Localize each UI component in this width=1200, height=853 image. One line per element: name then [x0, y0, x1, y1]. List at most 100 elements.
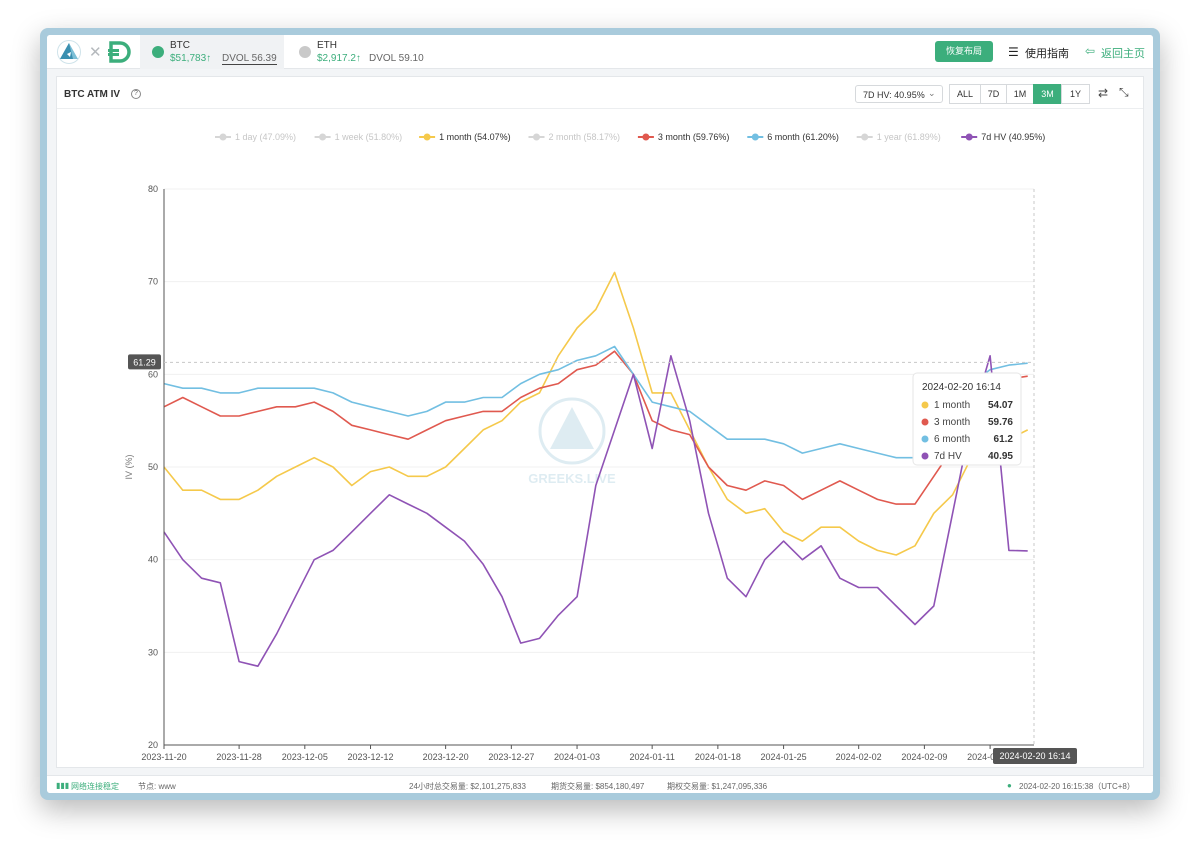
series-line-7	[163, 355, 1028, 668]
legend-label: 2 month (58.17%)	[549, 132, 621, 142]
legend-item[interactable]: 6 month (61.20%)	[747, 132, 839, 142]
node-label: 节点: www	[138, 782, 176, 791]
chart-tooltip: 2024-02-20 16:14 1 month 54.07 3 month 59.76…	[912, 372, 1022, 466]
panel-header: BTC ATM IV ? 7D HV: 40.95% ⌄ ALL 7D 1M 3…	[57, 77, 1143, 109]
tooltip-value: 61.2	[994, 434, 1014, 445]
coin-symbol: BTC	[170, 40, 190, 51]
x-tick-label: 2024-01-03	[554, 752, 600, 762]
panel-title: BTC ATM IV	[64, 89, 121, 100]
x-tick-label: 2023-12-20	[423, 752, 469, 762]
tooltip-marker	[921, 418, 929, 426]
tooltip-value: 54.07	[988, 400, 1013, 411]
watermark-text: GREEKS.LIVE	[528, 471, 616, 486]
logo-separator-icon: ✕	[89, 44, 102, 61]
legend-label: 6 month (61.20%)	[767, 132, 839, 142]
timeframe-7d-button[interactable]: 7D	[980, 84, 1007, 104]
chart-legend: 1 day (47.09%) 1 week (51.80%) 1 month (54…	[215, 132, 1045, 142]
legend-marker	[319, 133, 327, 141]
legend-marker	[751, 133, 759, 141]
crosshair-x-value: 2024-02-20 16:14	[999, 751, 1070, 761]
status-dot-icon: ●	[1007, 781, 1012, 790]
app-window-frame: ✕ BTC $51,783↑ DVOL 56.39 ETH $2,917.2↑ …	[40, 28, 1160, 800]
legend-marker	[965, 133, 973, 141]
shrink-icon[interactable]: ⤡	[1119, 85, 1129, 100]
tooltip-label: 1 month	[934, 400, 970, 411]
chevron-down-icon: ⌄	[928, 88, 936, 98]
tooltip-label: 6 month	[934, 434, 970, 445]
legend-marker	[642, 133, 650, 141]
coin-price: $2,917.2↑	[317, 53, 361, 64]
tooltip-value: 40.95	[988, 451, 1013, 462]
hv-period-select[interactable]: 7D HV: 40.95% ⌄	[855, 85, 943, 103]
timeframe-3m-button[interactable]: 3M	[1033, 84, 1062, 104]
options-volume: 期权交易量: $1,247,095,336	[667, 782, 768, 791]
y-tick-label: 50	[148, 462, 158, 472]
x-tick-label: 2024-01-11	[629, 752, 674, 762]
legend-item[interactable]: 1 day (47.09%)	[215, 132, 296, 142]
app-window: ✕ BTC $51,783↑ DVOL 56.39 ETH $2,917.2↑ …	[47, 35, 1153, 793]
legend-label: 1 year (61.89%)	[877, 132, 941, 142]
y-tick-label: 30	[148, 647, 158, 657]
y-tick-label: 20	[148, 740, 158, 750]
legend-label: 7d HV (40.95%)	[981, 132, 1045, 142]
server-clock: 2024-02-20 16:15:38（UTC+8）	[1019, 782, 1135, 791]
legend-item[interactable]: 1 week (51.80%)	[314, 132, 403, 142]
y-tick-label: 40	[148, 555, 158, 565]
watermark: GREEKS.LIVE	[528, 397, 616, 486]
legend-label: 1 week (51.80%)	[335, 132, 403, 142]
x-tick-label: 2023-11-28	[216, 752, 261, 762]
legend-marker	[861, 133, 869, 141]
question-circle-icon[interactable]: ?	[131, 89, 141, 99]
tooltip-marker	[921, 452, 929, 460]
legend-item[interactable]: 7d HV (40.95%)	[961, 132, 1045, 142]
y-tick-label: 60	[148, 369, 158, 379]
tooltip-label: 7d HV	[934, 451, 962, 462]
tooltip-marker	[921, 401, 929, 409]
coin-tab-eth[interactable]: ETH $2,917.2↑ DVOL 59.10	[287, 35, 437, 69]
chart-series	[163, 271, 1029, 668]
coin-dvol: DVOL 59.10	[369, 53, 424, 64]
coin-price: $51,783↑	[170, 53, 212, 64]
network-status: 网络连接稳定	[71, 782, 119, 791]
legend-marker	[533, 133, 540, 141]
iv-line-chart: 1 day (47.09%) 1 week (51.80%) 1 month (54…	[124, 132, 1077, 764]
status-footer: ▮▮▮ 网络连接稳定 节点: www 24小时总交易量: $2,101,275,…	[47, 775, 1153, 793]
top-header: ✕ BTC $51,783↑ DVOL 56.39 ETH $2,917.2↑ …	[47, 35, 1153, 69]
signal-bars-icon: ▮▮▮	[56, 781, 70, 790]
x-tick-label: 2024-01-18	[695, 752, 741, 762]
legend-marker	[219, 133, 227, 141]
legend-label: 1 month (54.07%)	[439, 132, 511, 142]
layers-icon: ☰	[1008, 45, 1019, 59]
tooltip-marker	[921, 435, 929, 443]
legend-item[interactable]: 1 month (54.07%)	[419, 132, 511, 142]
timeframe-1y-button[interactable]: 1Y	[1061, 84, 1090, 104]
hv-select-value: 7D HV: 40.95%	[863, 90, 925, 100]
tooltip-title: 2024-02-20 16:14	[922, 382, 1001, 393]
timeframe-1m-button[interactable]: 1M	[1006, 84, 1034, 104]
legend-item[interactable]: 2 month (58.17%)	[528, 132, 621, 142]
x-tick-label: 2024-02-09	[901, 752, 947, 762]
tooltip-label: 3 month	[934, 417, 970, 428]
x-tick-label: 2023-12-05	[282, 752, 328, 762]
coin-symbol: ETH	[317, 40, 337, 51]
futures-volume: 期货交易量: $854,180,497	[551, 782, 645, 791]
tooltip-value: 59.76	[988, 417, 1013, 428]
timeframe-all-button[interactable]: ALL	[949, 84, 981, 104]
legend-label: 1 day (47.09%)	[235, 132, 296, 142]
greeks-live-logo-icon[interactable]	[57, 40, 81, 64]
restore-layout-button[interactable]: 恢复布局	[935, 41, 993, 62]
legend-item[interactable]: 3 month (59.76%)	[637, 132, 730, 142]
deribit-logo-icon[interactable]	[107, 39, 133, 65]
swap-arrows-icon[interactable]: ⇄	[1098, 86, 1108, 100]
return-home-label: 返回主页	[1101, 48, 1145, 60]
coin-tab-btc[interactable]: BTC $51,783↑ DVOL 56.39	[140, 35, 284, 69]
x-tick-label: 2023-11-20	[141, 752, 186, 762]
x-tick-label: 2024-01-25	[761, 752, 807, 762]
bitcoin-icon	[152, 46, 164, 58]
legend-item[interactable]: 1 year (61.89%)	[856, 132, 941, 142]
ethereum-icon	[299, 46, 311, 58]
exit-icon: ⇦	[1085, 44, 1096, 58]
y-tick-label: 80	[148, 184, 158, 194]
legend-label: 3 month (59.76%)	[658, 132, 730, 142]
x-tick-label: 2024-02-02	[836, 752, 882, 762]
